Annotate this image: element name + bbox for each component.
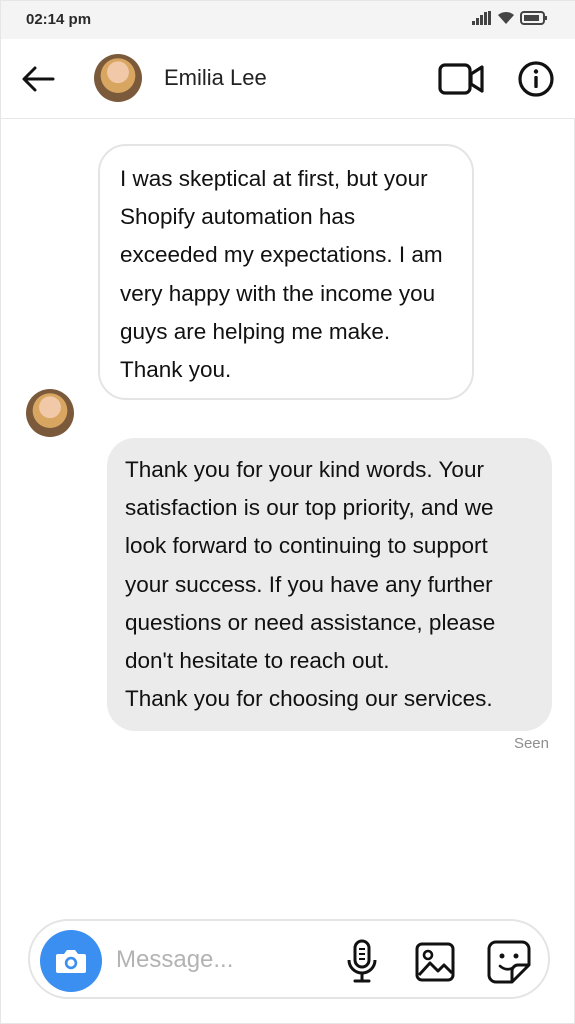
signal-icon — [472, 11, 492, 25]
info-button[interactable] — [516, 59, 556, 99]
incoming-message-bubble: I was skeptical at first, but your Shopi… — [98, 144, 474, 400]
camera-button[interactable] — [40, 930, 102, 992]
message-input[interactable] — [116, 943, 326, 977]
back-arrow-icon — [22, 66, 55, 92]
battery-icon — [520, 11, 548, 25]
wifi-icon — [497, 11, 515, 25]
microphone-icon — [347, 939, 377, 983]
seen-indicator: Seen — [513, 735, 549, 752]
video-camera-icon — [438, 63, 484, 95]
outgoing-message-bubble: Thank you for your kind words. Your sati… — [107, 438, 552, 731]
status-time: 02:14 pm — [26, 11, 92, 28]
incoming-message-text: I was skeptical at first, but your Shopi… — [120, 166, 443, 383]
back-button[interactable] — [19, 59, 59, 99]
info-icon — [518, 61, 554, 97]
chat-screen: 02:14 pm Emilia Lee I was skeptical at f… — [0, 0, 575, 1024]
gallery-button[interactable] — [414, 941, 456, 983]
status-bar: 02:14 pm — [1, 1, 575, 39]
voice-message-button[interactable] — [342, 939, 382, 983]
image-icon — [415, 942, 455, 982]
sticker-button[interactable] — [486, 939, 532, 985]
message-composer — [28, 919, 550, 999]
outgoing-message-text: Thank you for your kind words. Your sati… — [125, 457, 496, 712]
contact-name[interactable]: Emilia Lee — [164, 65, 267, 91]
message-avatar[interactable] — [26, 389, 74, 437]
chat-header: Emilia Lee — [1, 39, 575, 119]
sticker-icon — [487, 940, 531, 984]
contact-avatar[interactable] — [94, 54, 142, 102]
status-icons — [472, 11, 548, 25]
camera-icon — [56, 950, 86, 973]
video-call-button[interactable] — [437, 61, 485, 97]
